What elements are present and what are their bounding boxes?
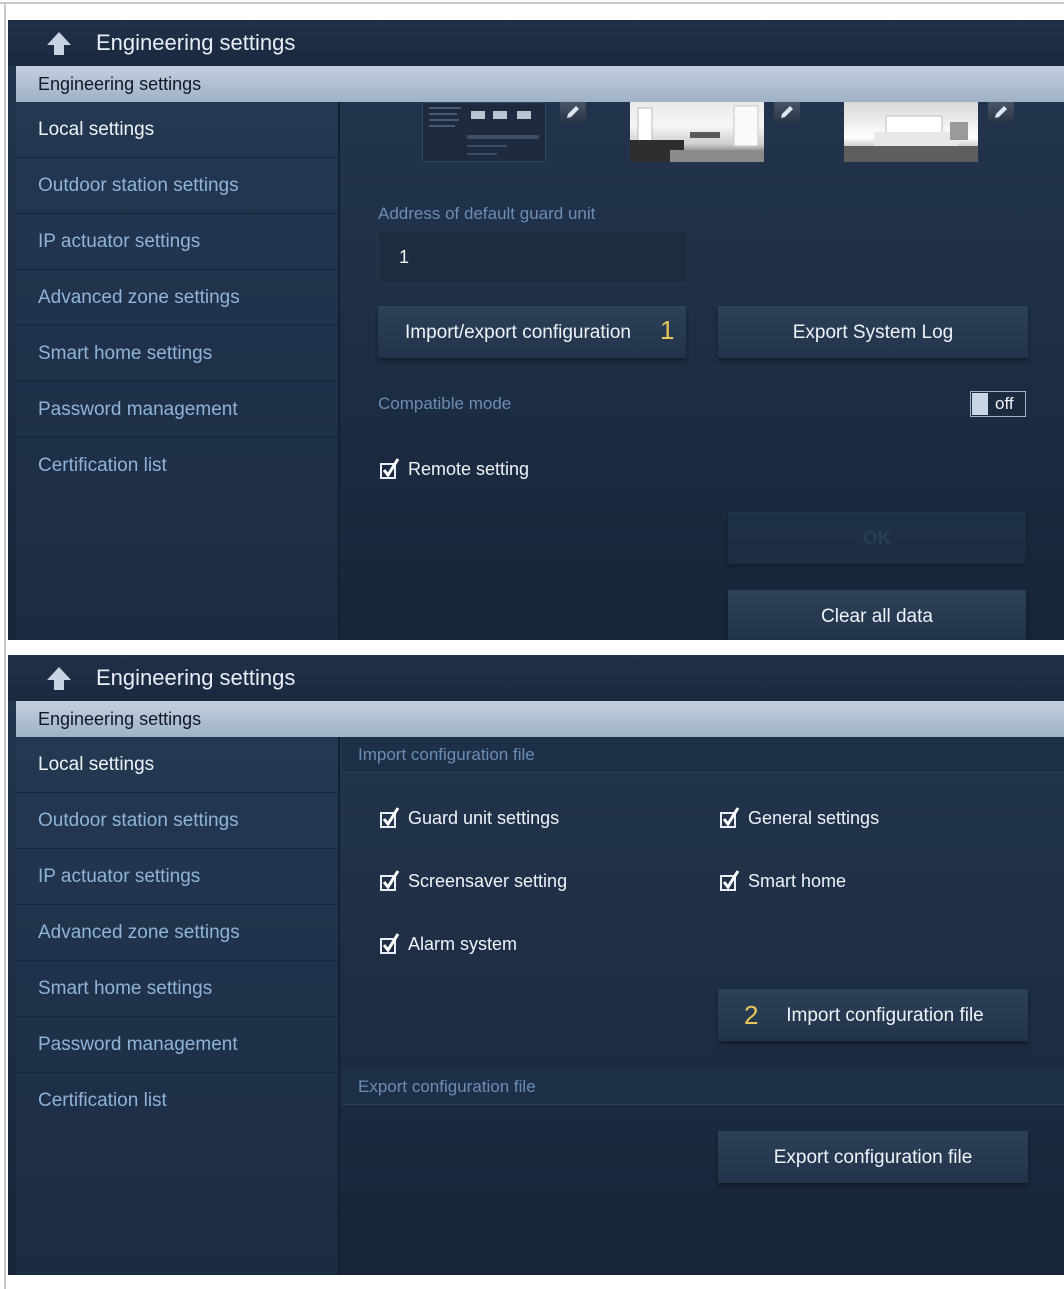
sidebar-item-label: Local settings bbox=[38, 119, 155, 140]
sidebar-item-label: Password management bbox=[38, 1034, 238, 1055]
callout-number-1: 1 bbox=[660, 315, 675, 345]
general-settings-checkbox[interactable]: General settings bbox=[720, 807, 980, 831]
sidebar-item-label: Advanced zone settings bbox=[38, 287, 240, 308]
export-configuration-header-label: Export configuration file bbox=[358, 1077, 536, 1096]
guard-unit-settings-checkbox[interactable]: Guard unit settings bbox=[380, 807, 640, 831]
export-configuration-file-button[interactable]: Export configuration file bbox=[718, 1131, 1028, 1183]
import-configuration-file-button[interactable]: 2 Import configuration file bbox=[718, 989, 1028, 1041]
engineering-settings-screen-2: Engineering settings Engineering setting… bbox=[8, 655, 1064, 1275]
screensaver-thumbnail-bedroom[interactable] bbox=[844, 102, 978, 162]
compatible-mode-label: Compatible mode bbox=[378, 394, 512, 413]
sidebar-item-label: Advanced zone settings bbox=[38, 922, 240, 943]
remote-setting-label: Remote setting bbox=[408, 459, 530, 479]
sidebar-item-label: Certification list bbox=[38, 1090, 167, 1111]
screensaver-setting-label: Screensaver setting bbox=[408, 871, 568, 891]
edit-icon[interactable] bbox=[560, 102, 586, 122]
toggle-knob bbox=[972, 393, 988, 415]
export-system-log-button[interactable]: Export System Log bbox=[718, 306, 1028, 358]
sidebar-item-advanced-zone-settings[interactable]: Advanced zone settings bbox=[16, 270, 338, 326]
import-export-configuration-button[interactable]: Import/export configuration 1 bbox=[378, 306, 686, 358]
engineering-settings-screen-1: Engineering settings Engineering setting… bbox=[8, 20, 1064, 640]
edit-icon[interactable] bbox=[774, 102, 800, 122]
import-configuration-file-label: Import configuration file bbox=[786, 1005, 984, 1026]
sidebar-item-smart-home-settings[interactable]: Smart home settings bbox=[16, 961, 338, 1017]
smart-home-label: Smart home bbox=[748, 871, 847, 891]
section-header-label: Engineering settings bbox=[38, 74, 202, 94]
checkbox-checked-icon bbox=[380, 458, 400, 479]
guard-unit-address-label: Address of default guard unit bbox=[378, 204, 596, 223]
export-configuration-file-label: Export configuration file bbox=[773, 1147, 973, 1168]
screensaver-thumbnail-ui[interactable] bbox=[422, 102, 546, 162]
page-title: Engineering settings bbox=[96, 665, 296, 690]
thumbnail-preview-image bbox=[429, 107, 539, 155]
bedroom-image bbox=[844, 115, 978, 162]
sidebar-item-smart-home-settings[interactable]: Smart home settings bbox=[16, 326, 338, 382]
checkbox-checked-icon bbox=[380, 933, 400, 954]
checkbox-checked-icon bbox=[720, 870, 740, 891]
back-arrow-icon[interactable] bbox=[44, 664, 74, 692]
export-system-log-label: Export System Log bbox=[792, 322, 954, 343]
ok-label: OK bbox=[862, 528, 892, 549]
compatible-mode-value: off bbox=[995, 394, 1014, 413]
sidebar-item-advanced-zone-settings[interactable]: Advanced zone settings bbox=[16, 905, 338, 961]
sidebar-item-certification-list[interactable]: Certification list bbox=[16, 438, 338, 494]
settings-content: Import configuration file Guard unit set… bbox=[342, 737, 1064, 1275]
import-export-configuration-label: Import/export configuration bbox=[404, 322, 631, 343]
smart-home-checkbox[interactable]: Smart home bbox=[720, 870, 980, 894]
edit-icon[interactable] bbox=[988, 102, 1014, 122]
guard-unit-address-input[interactable]: 1 bbox=[378, 230, 688, 284]
sidebar-item-label: Local settings bbox=[38, 754, 155, 775]
import-configuration-header: Import configuration file bbox=[342, 737, 1064, 773]
guard-unit-address-value: 1 bbox=[399, 247, 410, 267]
compatible-mode-toggle[interactable]: off bbox=[970, 391, 1026, 417]
alarm-system-checkbox[interactable]: Alarm system bbox=[380, 933, 640, 957]
screensaver-setting-checkbox[interactable]: Screensaver setting bbox=[380, 870, 640, 894]
section-header: Engineering settings bbox=[16, 66, 1064, 102]
sidebar-item-outdoor-station-settings[interactable]: Outdoor station settings bbox=[16, 158, 338, 214]
section-header-label: Engineering settings bbox=[38, 709, 202, 729]
sidebar-item-label: Smart home settings bbox=[38, 343, 213, 364]
sidebar-item-ip-actuator-settings[interactable]: IP actuator settings bbox=[16, 849, 338, 905]
sidebar-item-outdoor-station-settings[interactable]: Outdoor station settings bbox=[16, 793, 338, 849]
sidebar-item-local-settings[interactable]: Local settings bbox=[16, 737, 338, 793]
sidebar-item-label: Certification list bbox=[38, 455, 167, 476]
general-settings-label: General settings bbox=[748, 808, 880, 828]
page-title: Engineering settings bbox=[96, 30, 296, 55]
checkbox-checked-icon bbox=[380, 807, 400, 828]
checkbox-checked-icon bbox=[720, 807, 740, 828]
sidebar-item-label: IP actuator settings bbox=[38, 866, 201, 887]
sidebar-item-label: Outdoor station settings bbox=[38, 810, 239, 831]
sidebar-item-label: Outdoor station settings bbox=[38, 175, 239, 196]
export-configuration-header: Export configuration file bbox=[342, 1069, 1064, 1105]
import-configuration-header-label: Import configuration file bbox=[358, 745, 535, 764]
title-bar: Engineering settings bbox=[8, 655, 1064, 701]
remote-setting-checkbox[interactable]: Remote setting bbox=[380, 458, 580, 482]
back-arrow-icon[interactable] bbox=[44, 29, 74, 57]
alarm-system-label: Alarm system bbox=[408, 934, 518, 954]
frame-border bbox=[0, 2, 1064, 4]
sidebar-item-label: IP actuator settings bbox=[38, 231, 201, 252]
clear-all-data-label: Clear all data bbox=[821, 606, 933, 627]
sidebar: Local settings Outdoor station settings … bbox=[16, 102, 340, 640]
section-header: Engineering settings bbox=[16, 701, 1064, 737]
sidebar-item-label: Smart home settings bbox=[38, 978, 213, 999]
guard-unit-settings-label: Guard unit settings bbox=[408, 808, 560, 828]
sidebar-item-local-settings[interactable]: Local settings bbox=[16, 102, 338, 158]
clear-all-data-button[interactable]: Clear all data bbox=[728, 590, 1026, 640]
frame-border-left bbox=[4, 2, 6, 1289]
settings-content: Address of default guard unit 1 Import/e… bbox=[342, 102, 1064, 640]
sidebar-item-password-management[interactable]: Password management bbox=[16, 382, 338, 438]
sidebar-item-ip-actuator-settings[interactable]: IP actuator settings bbox=[16, 214, 338, 270]
checkbox-checked-icon bbox=[380, 870, 400, 891]
sidebar-item-certification-list[interactable]: Certification list bbox=[16, 1073, 338, 1129]
ok-button[interactable]: OK bbox=[728, 512, 1026, 564]
living-room-image bbox=[630, 105, 764, 162]
title-bar: Engineering settings bbox=[8, 20, 1064, 66]
sidebar-item-label: Password management bbox=[38, 399, 238, 420]
screensaver-thumbnail-living-room[interactable] bbox=[630, 102, 764, 162]
sidebar-item-password-management[interactable]: Password management bbox=[16, 1017, 338, 1073]
sidebar: Local settings Outdoor station settings … bbox=[16, 737, 340, 1275]
